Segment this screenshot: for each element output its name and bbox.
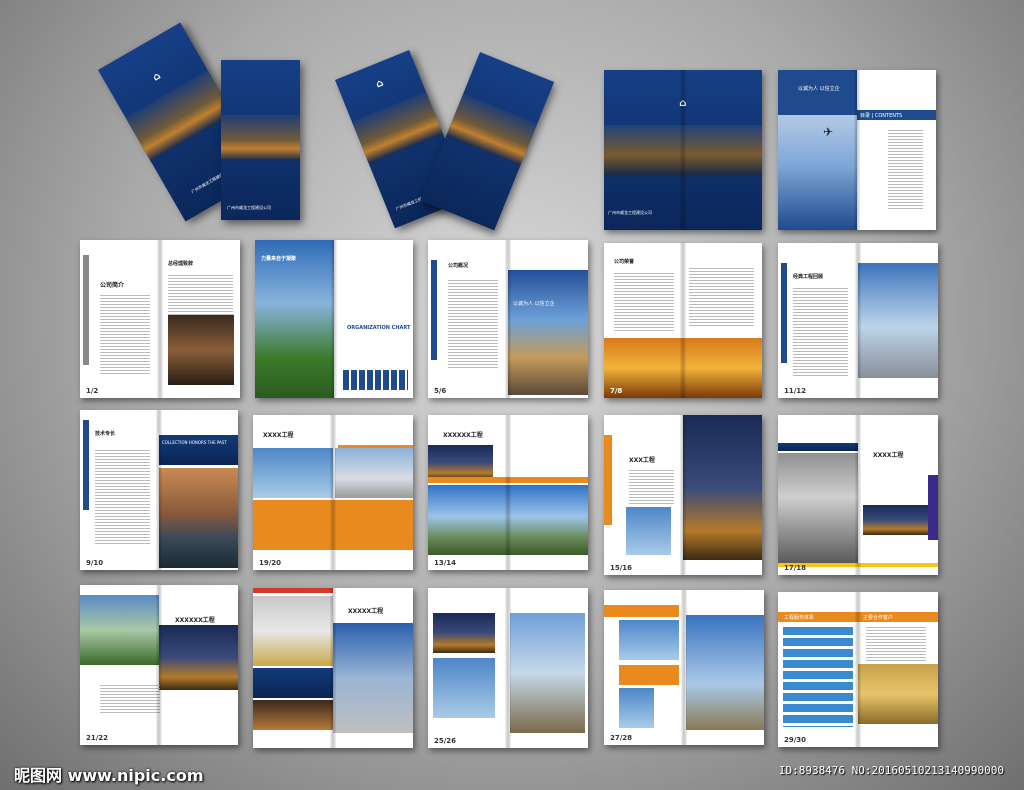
page-number: 1/2 xyxy=(86,387,99,395)
spread-heading: XXXXX工程 xyxy=(348,608,384,615)
spread-13-14: XXXXXX工程 13/14 xyxy=(428,415,588,570)
contents-spread: 以诚为人 以信立企 ✈ 目录 | CONTENTS xyxy=(778,70,936,230)
spread-17-18: XXXX工程 17/18 xyxy=(778,415,938,575)
spread-heading: XXXX工程 xyxy=(263,432,294,439)
spread-heading: 工程服务体系 xyxy=(784,615,815,621)
page-number: 15/16 xyxy=(610,564,633,572)
spread-heading: 公司概况 xyxy=(448,263,469,269)
image-id-text: ID:8938476 NO:20160510213140990000 xyxy=(778,764,1004,777)
spread-heading: 技术专长 xyxy=(95,431,116,437)
spread-heading: 经典工程回顾 xyxy=(793,274,824,280)
page-number: 9/10 xyxy=(86,559,104,567)
spread-1-2: 公司简介 总经理致辞 1/2 xyxy=(80,240,240,398)
cover-company-name: 广州市威龙工程建设公司 xyxy=(608,210,652,215)
spread-heading: XXXX工程 xyxy=(873,452,904,459)
spread-heading-2: 主要合作客户 xyxy=(863,615,894,621)
page-number: 25/26 xyxy=(434,737,457,745)
spread-banner: COLLECTION HONORS THE PAST xyxy=(162,440,227,445)
spread-9-10: 技术专长 COLLECTION HONORS THE PAST 9/10 xyxy=(80,410,238,570)
spread-27-28: 27/28 xyxy=(604,590,764,745)
spread-21-22: XXXXXX工程 21/22 xyxy=(80,585,238,745)
spread-29-30: 工程服务体系 主要合作客户 29/30 xyxy=(778,592,938,747)
cover-company-name: 广州市威龙工程建设公司 xyxy=(227,205,271,210)
slogan: 以诚为人 以信立企 xyxy=(513,301,555,307)
page-number: 19/20 xyxy=(259,559,282,567)
page-number: 5/6 xyxy=(434,387,447,395)
nipic-watermark: 昵图网 www.nipic.com xyxy=(14,766,204,785)
spread-19-20: XXXX工程 19/20 xyxy=(253,415,413,570)
page-number: 15/16 xyxy=(259,737,282,745)
spread-heading: 力量来自于凝聚 xyxy=(261,256,297,262)
spread-heading-2: 总经理致辞 xyxy=(168,261,194,267)
spread-heading: 公司荣誉 xyxy=(614,259,635,265)
airplane-icon: ✈ xyxy=(823,125,834,139)
spread-15-16b: XXXXX工程 15/16 xyxy=(253,588,413,748)
spread-heading-2: ORGANIZATION CHART xyxy=(347,325,411,331)
page-number: 17/18 xyxy=(784,564,807,572)
spread-heading: XXX工程 xyxy=(629,457,655,464)
spread-15-16: XXX工程 15/16 xyxy=(604,415,762,575)
page-number: 21/22 xyxy=(86,734,109,742)
slogan: 以诚为人 以信立企 xyxy=(798,86,840,92)
spread-heading: 公司简介 xyxy=(100,282,125,289)
toc-title: 目录 | CONTENTS xyxy=(860,113,903,119)
page-number: 11/12 xyxy=(784,387,807,395)
spread-11-12: 经典工程回顾 11/12 xyxy=(778,243,938,398)
page-number: 13/14 xyxy=(434,559,457,567)
page-number: 27/28 xyxy=(610,734,633,742)
page-number: 29/30 xyxy=(784,736,807,744)
front-cover-spread: ⌂ 广州市威龙工程建设公司 xyxy=(604,70,762,230)
spread-heading: XXXXXX工程 xyxy=(443,432,483,439)
page-number: 7/8 xyxy=(610,387,623,395)
spread-heading: XXXXXX工程 xyxy=(175,617,215,624)
brochure-back-1: 广州市威龙工程建设公司 xyxy=(221,60,300,220)
spread-7-8: 公司荣誉 7/8 xyxy=(604,243,762,398)
spread-3-4: 力量来自于凝聚 ORGANIZATION CHART xyxy=(255,240,413,398)
spread-25-26: 25/26 xyxy=(428,588,588,748)
spread-5-6: 公司概况 以诚为人 以信立企 5/6 xyxy=(428,240,588,398)
